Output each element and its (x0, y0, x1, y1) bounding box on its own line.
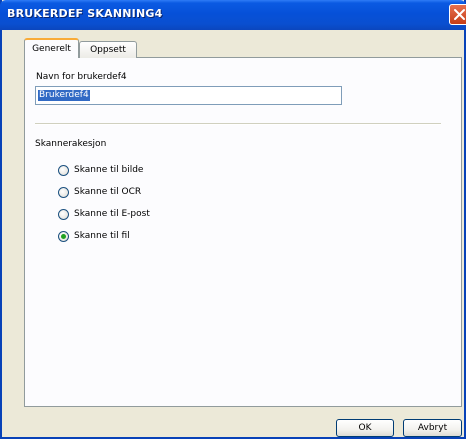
tab-oppsett[interactable]: Oppsett (79, 41, 137, 58)
radio-label: Skanne til OCR (74, 187, 142, 197)
radio-button[interactable] (58, 187, 69, 198)
ok-button[interactable]: OK (336, 419, 394, 437)
separator (35, 123, 441, 125)
radio-label: Skanne til bilde (74, 165, 144, 175)
window-title: BRUKERDEF SKANNING4 (7, 7, 163, 20)
radio-label: Skanne til fil (74, 231, 130, 241)
radio-button[interactable] (58, 165, 69, 176)
name-label: Navn for brukerdef4 (36, 72, 127, 82)
name-input-value: Brukerdef4 (38, 90, 90, 101)
cancel-button[interactable]: Avbryt (403, 419, 462, 437)
radio-selected-dot (61, 234, 66, 239)
close-icon (454, 9, 465, 20)
radio-label: Skanne til E-post (74, 209, 150, 219)
radio-button-selected[interactable] (58, 231, 69, 242)
scan-action-label: Skannerakesjon (35, 139, 107, 149)
radio-button[interactable] (58, 209, 69, 220)
tab-generelt[interactable]: Generelt (24, 38, 79, 58)
close-button[interactable] (449, 4, 466, 25)
title-bar[interactable]: BRUKERDEF SKANNING4 (0, 0, 466, 30)
name-input[interactable]: Brukerdef4 (35, 86, 342, 105)
